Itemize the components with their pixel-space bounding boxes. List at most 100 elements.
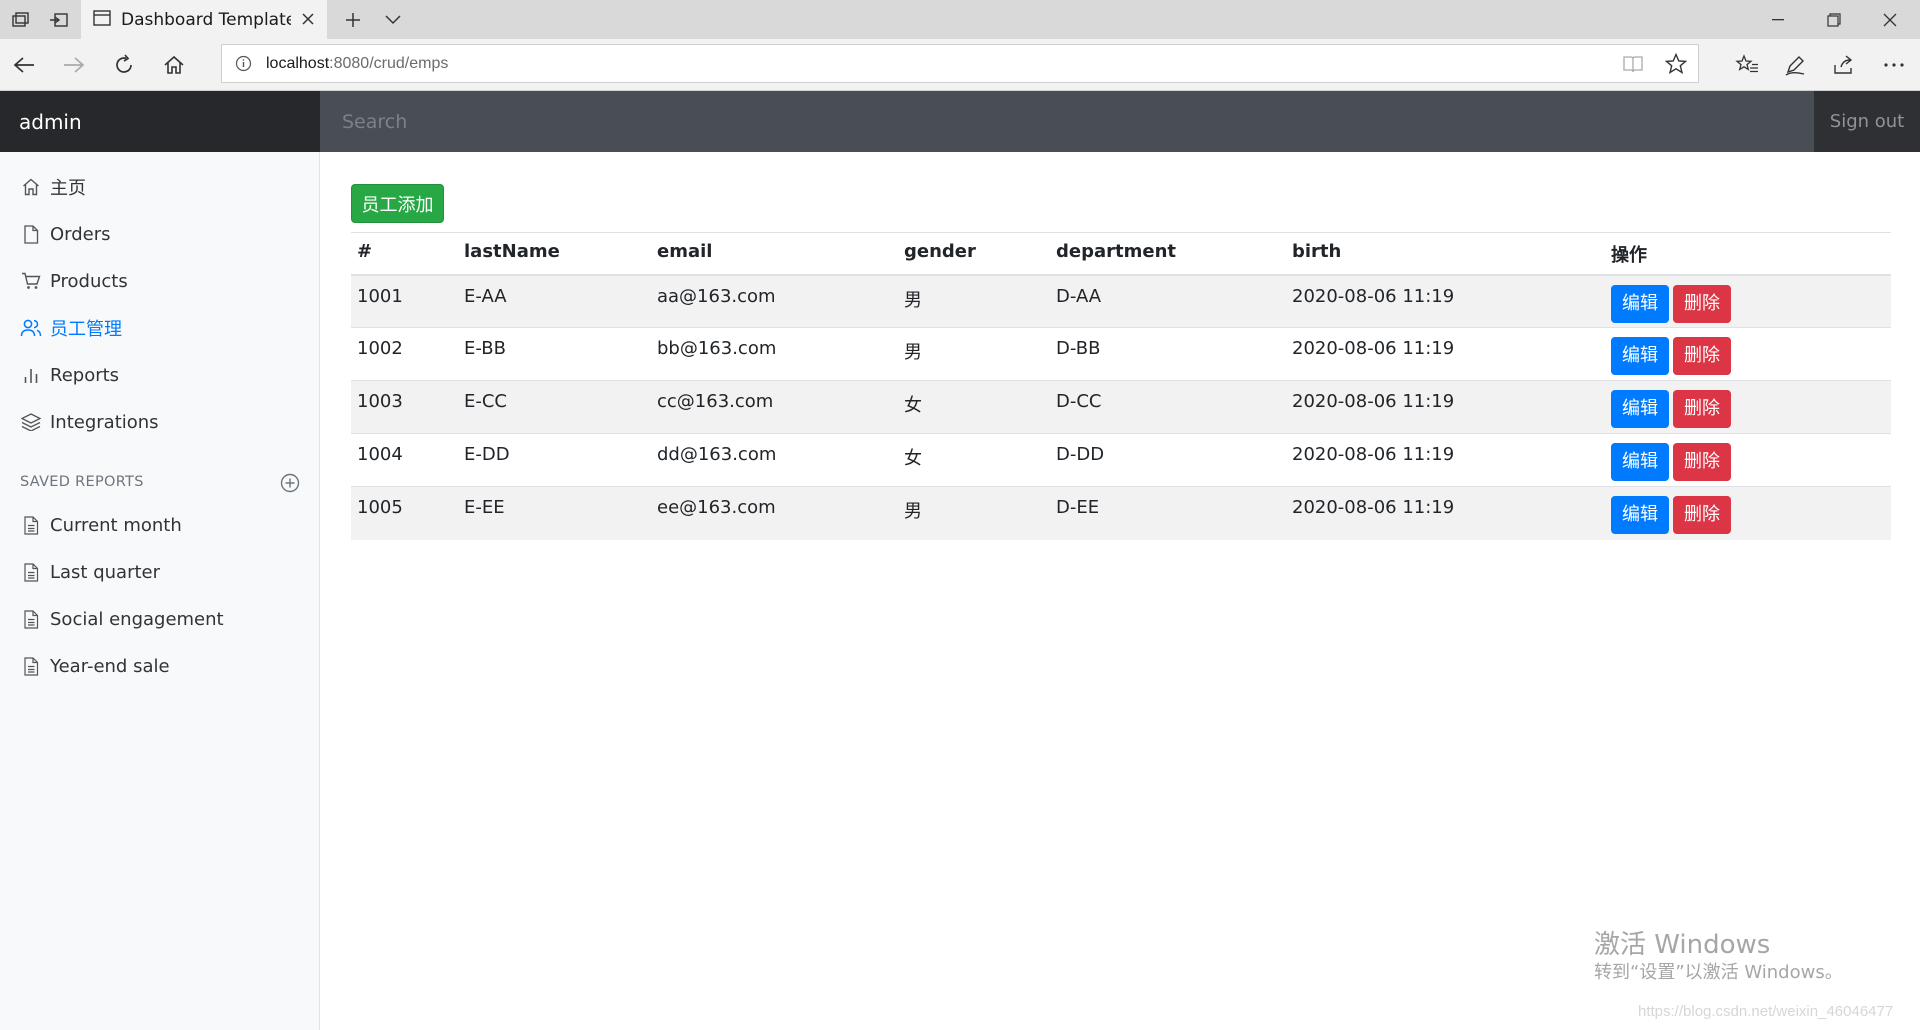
sidebar-saved-social-engagement[interactable]: Social engagement: [20, 604, 224, 634]
add-employee-button[interactable]: 员工添加: [351, 184, 444, 223]
sidebar-saved-year-end-sale[interactable]: Year-end sale: [20, 651, 170, 681]
sidebar-saved-last-quarter[interactable]: Last quarter: [20, 557, 160, 587]
sidebar-item-label: 员工管理: [50, 319, 122, 340]
cell-actions: 编辑 删除: [1605, 433, 1891, 487]
delete-button[interactable]: 删除: [1673, 284, 1731, 323]
sign-out-link[interactable]: Sign out: [1814, 91, 1920, 152]
file-icon: [20, 223, 42, 245]
url-path: :8080/crud/emps: [329, 54, 449, 72]
new-tab-icon[interactable]: [338, 6, 368, 34]
users-icon: [20, 317, 42, 339]
restore-icon[interactable]: [1804, 0, 1864, 39]
cell-lastname: E-EE: [458, 486, 651, 540]
add-report-plus-circle-icon[interactable]: [279, 472, 301, 494]
cell-lastname: E-DD: [458, 433, 651, 487]
cell-gender: 男: [898, 274, 1050, 328]
back-icon[interactable]: [6, 47, 42, 83]
file-text-icon: [20, 561, 42, 583]
browser-tab-bar: Dashboard Template fo: [0, 0, 1920, 39]
home-browser-icon[interactable]: [156, 47, 192, 83]
cell-actions: 编辑 删除: [1605, 486, 1891, 540]
sidebar-item-home[interactable]: 主页: [20, 172, 86, 202]
set-aside-tabs-icon[interactable]: [44, 6, 74, 34]
activate-windows-watermark: 激活 Windows: [1594, 930, 1771, 960]
sidebar-item-label: Year-end sale: [50, 655, 170, 677]
cell-lastname: E-CC: [458, 380, 651, 434]
table-row: 1001 E-AA aa@163.com 男 D-AA 2020-08-06 1…: [351, 274, 1891, 328]
sidebar-item-integrations[interactable]: Integrations: [20, 407, 159, 437]
page-icon: [93, 9, 111, 30]
info-icon[interactable]: [235, 55, 252, 76]
sidebar: 主页 Orders Products 员工管理 Reports Integrat…: [0, 152, 320, 1030]
cell-actions: 编辑 删除: [1605, 380, 1891, 434]
favorite-star-icon[interactable]: [1664, 52, 1688, 79]
cell-department: D-AA: [1050, 274, 1286, 328]
cell-department: D-EE: [1050, 486, 1286, 540]
sidebar-item-employee-management[interactable]: 员工管理: [20, 313, 122, 343]
app-navbar: admin Sign out: [0, 91, 1920, 152]
edit-button[interactable]: 编辑: [1611, 390, 1669, 428]
tab-preview-chevron-icon[interactable]: [378, 6, 408, 34]
browser-toolbar: localhost:8080/crud/emps: [0, 39, 1920, 91]
forward-icon[interactable]: [56, 47, 92, 83]
tab-title: Dashboard Template fo: [121, 9, 291, 30]
column-header-email: email: [651, 232, 898, 276]
cell-actions: 编辑 删除: [1605, 327, 1891, 381]
column-header-id: #: [351, 232, 458, 276]
edit-button[interactable]: 编辑: [1611, 284, 1669, 323]
reading-view-icon[interactable]: [1622, 54, 1644, 78]
delete-button[interactable]: 删除: [1673, 390, 1731, 428]
cell-gender: 女: [898, 433, 1050, 487]
edit-button[interactable]: 编辑: [1611, 337, 1669, 375]
sidebar-saved-current-month[interactable]: Current month: [20, 510, 182, 540]
refresh-icon[interactable]: [106, 47, 142, 83]
share-icon[interactable]: [1826, 47, 1862, 83]
table-row: 1005 E-EE ee@163.com 男 D-EE 2020-08-06 1…: [351, 486, 1891, 540]
browser-tab[interactable]: Dashboard Template fo: [81, 0, 327, 39]
cell-email: ee@163.com: [651, 486, 898, 540]
brand-name[interactable]: admin: [0, 91, 320, 152]
cell-birth: 2020-08-06 11:19: [1286, 274, 1605, 328]
close-window-icon[interactable]: [1860, 0, 1920, 39]
cell-gender: 女: [898, 380, 1050, 434]
column-header-birth: birth: [1286, 232, 1605, 276]
delete-button[interactable]: 删除: [1673, 337, 1731, 375]
favorites-hub-icon[interactable]: [1729, 47, 1765, 83]
sidebar-item-reports[interactable]: Reports: [20, 360, 119, 390]
column-header-department: department: [1050, 232, 1286, 276]
more-icon[interactable]: [1876, 47, 1912, 83]
cell-id: 1004: [351, 433, 458, 487]
url-host: localhost: [266, 54, 330, 72]
cell-birth: 2020-08-06 11:19: [1286, 486, 1605, 540]
employee-table: # lastName email gender department birth…: [351, 232, 1891, 540]
cell-lastname: E-BB: [458, 327, 651, 381]
search-input[interactable]: [320, 91, 1814, 152]
cell-department: D-BB: [1050, 327, 1286, 381]
cell-department: D-CC: [1050, 380, 1286, 434]
activate-windows-subtext: 转到“设置”以激活 Windows。: [1594, 962, 1843, 983]
table-row: 1002 E-BB bb@163.com 男 D-BB 2020-08-06 1…: [351, 327, 1891, 381]
table-header-row: # lastName email gender department birth…: [351, 232, 1891, 276]
cell-birth: 2020-08-06 11:19: [1286, 380, 1605, 434]
cell-department: D-DD: [1050, 433, 1286, 487]
address-bar[interactable]: localhost:8080/crud/emps: [221, 44, 1699, 83]
sidebar-item-products[interactable]: Products: [20, 266, 128, 296]
cell-id: 1002: [351, 327, 458, 381]
delete-button[interactable]: 删除: [1673, 496, 1731, 534]
tab-actions-icon[interactable]: [6, 6, 36, 34]
minimize-icon[interactable]: [1748, 0, 1808, 39]
delete-button[interactable]: 删除: [1673, 443, 1731, 481]
close-tab-icon[interactable]: [297, 8, 319, 30]
edit-button[interactable]: 编辑: [1611, 496, 1669, 534]
home-icon: [20, 176, 42, 198]
url-text: localhost:8080/crud/emps: [266, 55, 448, 73]
edit-button[interactable]: 编辑: [1611, 443, 1669, 481]
sidebar-item-label: Current month: [50, 514, 182, 536]
column-header-gender: gender: [898, 232, 1050, 276]
sidebar-item-orders[interactable]: Orders: [20, 219, 111, 249]
web-note-pen-icon[interactable]: [1777, 47, 1813, 83]
sidebar-item-label: 主页: [50, 178, 86, 199]
saved-reports-heading: SAVED REPORTS: [20, 474, 144, 490]
layers-icon: [20, 411, 42, 433]
cell-email: cc@163.com: [651, 380, 898, 434]
